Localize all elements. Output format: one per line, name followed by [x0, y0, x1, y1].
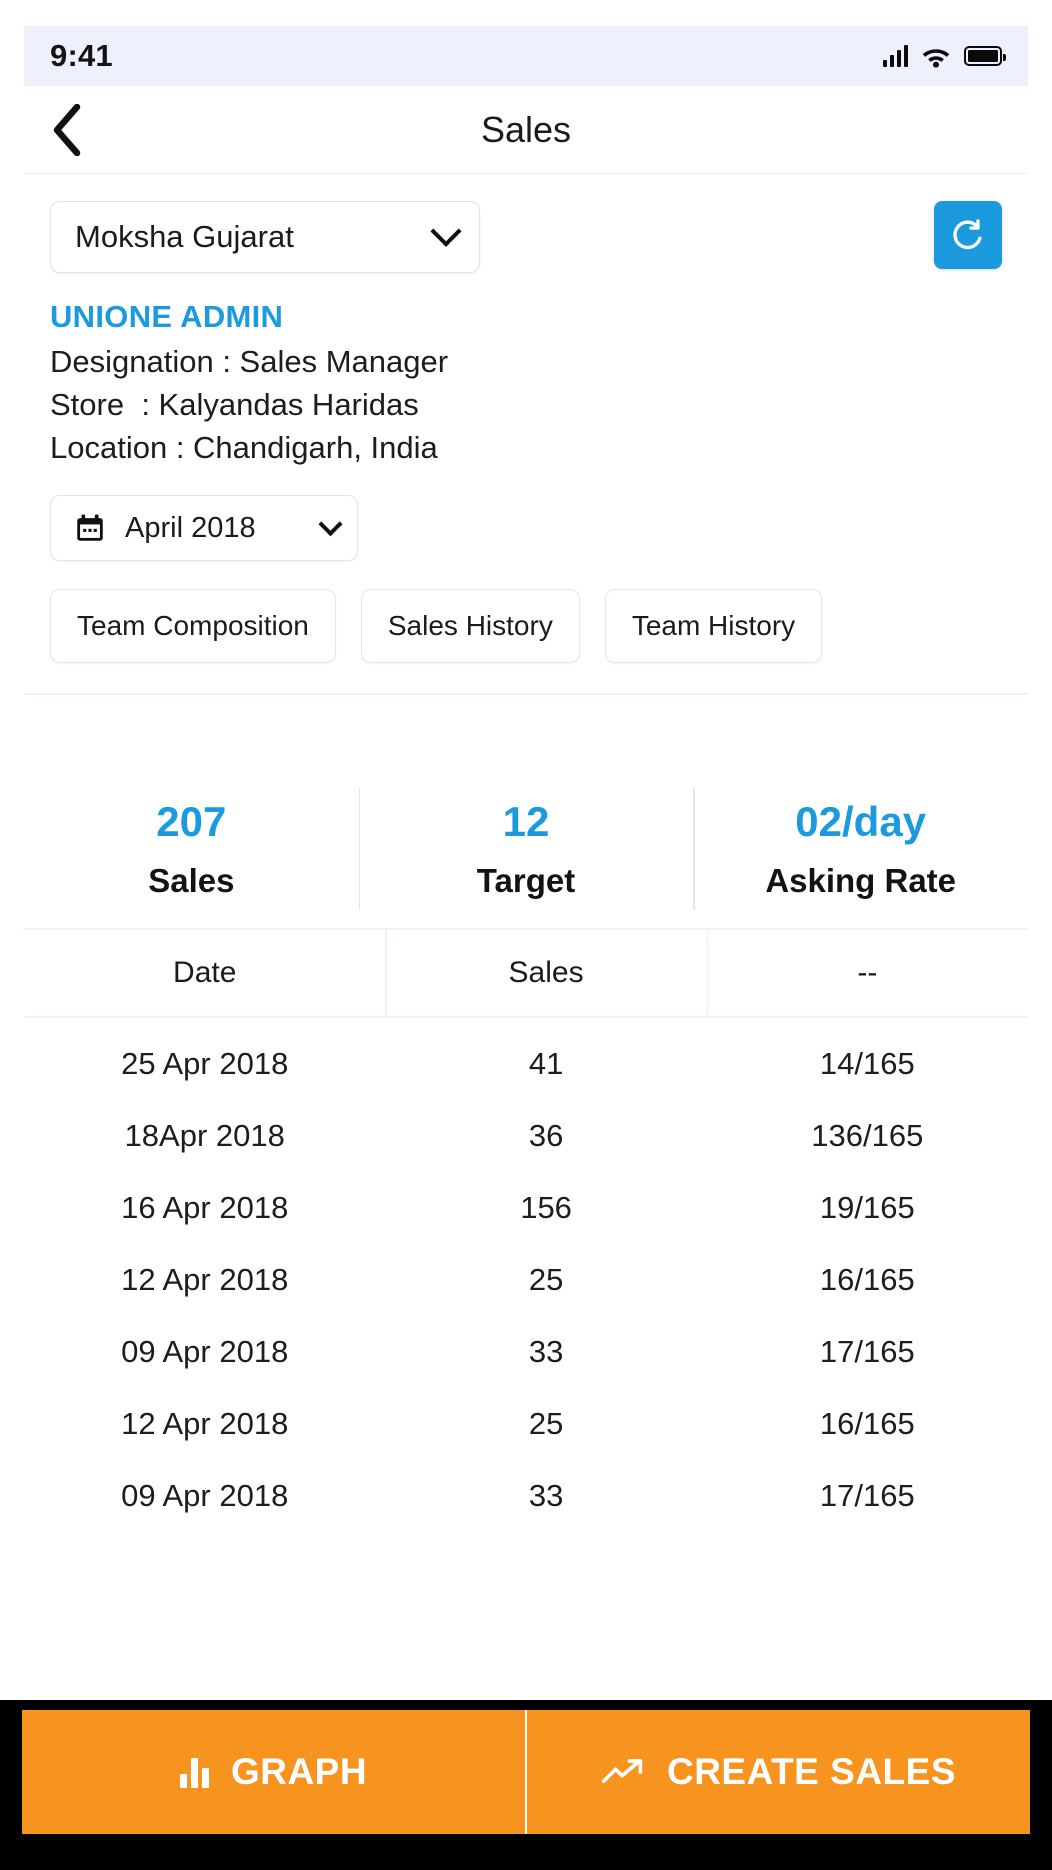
chevron-down-icon	[318, 512, 343, 537]
stat-sales-value: 207	[156, 798, 227, 845]
wifi-icon	[922, 48, 950, 68]
cell-date: 09 Apr 2018	[121, 1478, 289, 1513]
region-select-value: Moksha Gujarat	[75, 219, 294, 254]
cell-sales: 25	[528, 1406, 564, 1441]
user-info: UNIONE ADMIN Designation : Sales Manager…	[50, 299, 1002, 469]
tab-team-history[interactable]: Team History	[604, 589, 823, 664]
table-body: 25 Apr 2018 41 14/165 18Apr 2018 36 136/…	[24, 1018, 1028, 1700]
back-button[interactable]	[24, 86, 110, 174]
date-select-value: April 2018	[125, 511, 256, 544]
stat-sales: 207 Sales	[24, 770, 359, 928]
create-sales-button-label: CREATE SALES	[666, 1751, 956, 1792]
table-row[interactable]: 16 Apr 2018 156 19/165	[24, 1172, 1028, 1244]
cell-date: 25 Apr 2018	[121, 1046, 289, 1081]
table-header: Date Sales --	[24, 930, 1028, 1018]
stat-asking-rate-value: 02/day	[795, 798, 927, 845]
cell-ratio: 17/165	[819, 1478, 915, 1513]
user-store: Store : Kalyandas Haridas	[50, 386, 419, 422]
cell-ratio: 17/165	[819, 1334, 915, 1369]
cell-date: 09 Apr 2018	[121, 1334, 289, 1369]
stats-row: 207 Sales 12 Target 02/day Asking Rate	[24, 770, 1028, 930]
status-bar: 9:41	[24, 26, 1028, 86]
stat-asking-rate: 02/day Asking Rate	[693, 770, 1028, 928]
user-location: Location : Chandigarh, India	[50, 429, 438, 465]
filter-card: Moksha Gujarat UNIONE ADMIN Designation …	[24, 175, 1028, 696]
nav-header: Sales	[24, 86, 1028, 174]
filter-top-row: Moksha Gujarat	[50, 201, 1002, 273]
cell-date: 12 Apr 2018	[121, 1262, 289, 1297]
table-row[interactable]: 25 Apr 2018 41 14/165	[24, 1028, 1028, 1100]
stat-target: 12 Target	[358, 770, 694, 928]
graph-button-label: GRAPH	[230, 1751, 368, 1792]
user-name: UNIONE ADMIN	[50, 299, 284, 334]
status-time: 9:41	[50, 38, 113, 73]
cell-date: 12 Apr 2018	[121, 1406, 289, 1441]
cell-ratio: 19/165	[819, 1190, 915, 1225]
date-select[interactable]: April 2018	[50, 495, 358, 562]
trending-up-icon	[601, 1759, 643, 1783]
stat-target-value: 12	[502, 798, 550, 845]
cell-ratio: 14/165	[819, 1046, 915, 1081]
cell-sales: 41	[528, 1046, 564, 1081]
cell-sales: 33	[528, 1334, 564, 1369]
bar-chart-icon	[179, 1756, 209, 1788]
stat-sales-label: Sales	[148, 862, 235, 899]
stat-target-label: Target	[476, 862, 576, 899]
cell-date: 18Apr 2018	[124, 1118, 285, 1153]
page-title: Sales	[480, 108, 572, 150]
status-icons	[882, 45, 1006, 68]
signal-icon	[882, 45, 908, 67]
region-select[interactable]: Moksha Gujarat	[50, 201, 480, 273]
user-designation: Designation : Sales Manager	[50, 344, 449, 379]
bottom-action-bar: GRAPH CREATE SALES	[0, 1700, 1052, 1870]
cell-date: 16 Apr 2018	[121, 1190, 289, 1225]
calendar-icon	[77, 514, 103, 542]
phone-screen: 9:41 Sales Moksha Gujarat UNIONE ADMIN D…	[0, 0, 1052, 1870]
tab-row: Team Composition Sales History Team Hist…	[50, 589, 1002, 664]
chevron-down-icon	[430, 215, 462, 247]
refresh-icon	[953, 219, 982, 250]
refresh-button[interactable]	[934, 201, 1002, 269]
tab-team-composition[interactable]: Team Composition	[50, 589, 336, 664]
graph-button[interactable]: GRAPH	[22, 1710, 525, 1834]
cell-sales: 36	[528, 1118, 564, 1153]
battery-icon	[964, 46, 1006, 66]
cell-ratio: 136/165	[811, 1118, 924, 1153]
table-row[interactable]: 12 Apr 2018 25 16/165	[24, 1388, 1028, 1460]
cell-ratio: 16/165	[819, 1262, 915, 1297]
cell-sales: 156	[520, 1190, 572, 1225]
column-header-sales: Sales	[385, 930, 706, 1016]
chevron-left-icon	[53, 103, 81, 156]
column-header-ratio: --	[706, 930, 1028, 1016]
cell-sales: 25	[528, 1262, 564, 1297]
create-sales-button[interactable]: CREATE SALES	[525, 1710, 1030, 1834]
cell-sales: 33	[528, 1478, 564, 1513]
cell-ratio: 16/165	[819, 1406, 915, 1441]
column-header-date: Date	[173, 956, 237, 989]
stat-asking-rate-label: Asking Rate	[765, 862, 957, 899]
table-row[interactable]: 18Apr 2018 36 136/165	[24, 1100, 1028, 1172]
tab-sales-history[interactable]: Sales History	[360, 589, 580, 664]
table-row[interactable]: 09 Apr 2018 33 17/165	[24, 1316, 1028, 1388]
table-row[interactable]: 09 Apr 2018 33 17/165	[24, 1460, 1028, 1532]
table-row[interactable]: 12 Apr 2018 25 16/165	[24, 1244, 1028, 1316]
